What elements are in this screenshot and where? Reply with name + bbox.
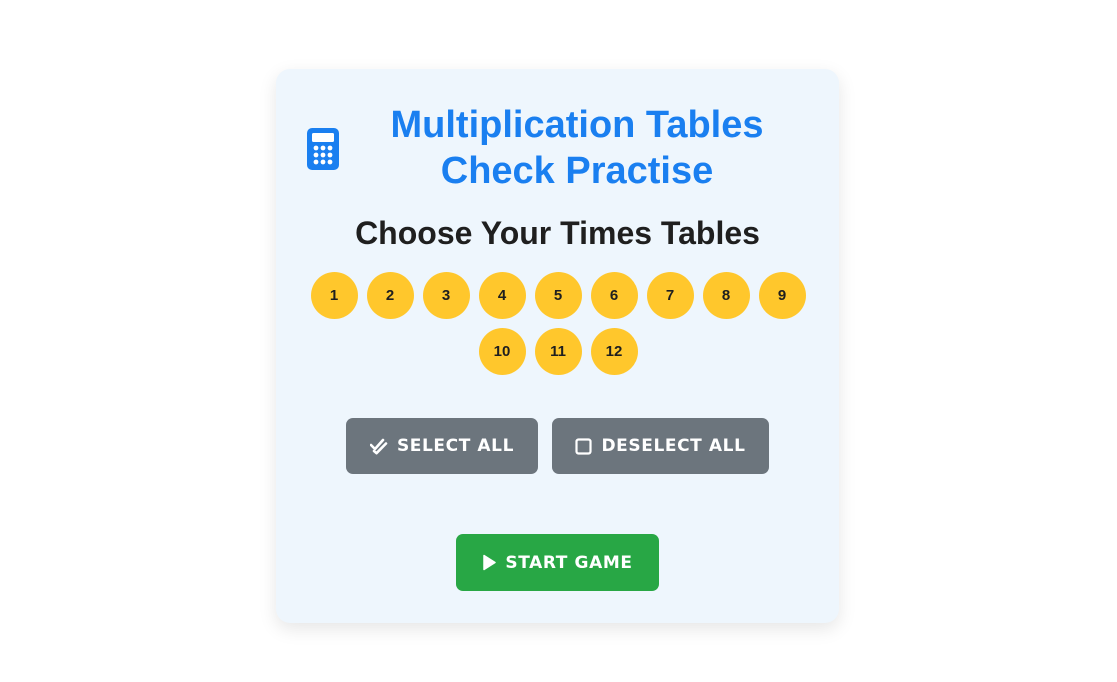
header: Multiplication Tables Check Practise xyxy=(276,102,839,198)
empty-checkbox-icon xyxy=(575,437,593,455)
section-heading: Choose Your Times Tables xyxy=(355,215,760,251)
calculator-icon xyxy=(307,128,339,170)
deselect-all-label: DESELECT ALL xyxy=(601,436,746,456)
title-line-1: Multiplication Tables xyxy=(390,104,764,146)
table-3-button[interactable]: 3 xyxy=(422,272,470,319)
select-all-button[interactable]: SELECT ALL xyxy=(346,418,538,474)
table-2-button[interactable]: 2 xyxy=(366,272,414,319)
page-title: Multiplication Tables Check Practise xyxy=(356,102,798,194)
table-6-button[interactable]: 6 xyxy=(590,272,638,319)
table-9-button[interactable]: 9 xyxy=(758,272,806,319)
table-10-button[interactable]: 10 xyxy=(478,328,526,375)
times-table-selector: 1 2 3 4 5 6 7 8 9 10 11 12 xyxy=(302,272,814,375)
start-game-label: START GAME xyxy=(505,552,633,573)
table-8-button[interactable]: 8 xyxy=(702,272,750,319)
table-5-button[interactable]: 5 xyxy=(534,272,582,319)
start-game-button[interactable]: START GAME xyxy=(456,534,659,591)
table-12-button[interactable]: 12 xyxy=(590,328,638,375)
table-7-button[interactable]: 7 xyxy=(646,272,694,319)
game-setup-card: Multiplication Tables Check Practise Cho… xyxy=(276,69,839,623)
table-1-button[interactable]: 1 xyxy=(310,272,358,319)
play-icon xyxy=(482,554,497,571)
title-line-2: Check Practise xyxy=(440,150,714,192)
deselect-all-button[interactable]: DESELECT ALL xyxy=(552,418,769,474)
table-11-button[interactable]: 11 xyxy=(534,328,582,375)
select-all-label: SELECT ALL xyxy=(396,436,515,456)
double-check-icon xyxy=(369,438,388,455)
table-4-button[interactable]: 4 xyxy=(478,272,526,319)
